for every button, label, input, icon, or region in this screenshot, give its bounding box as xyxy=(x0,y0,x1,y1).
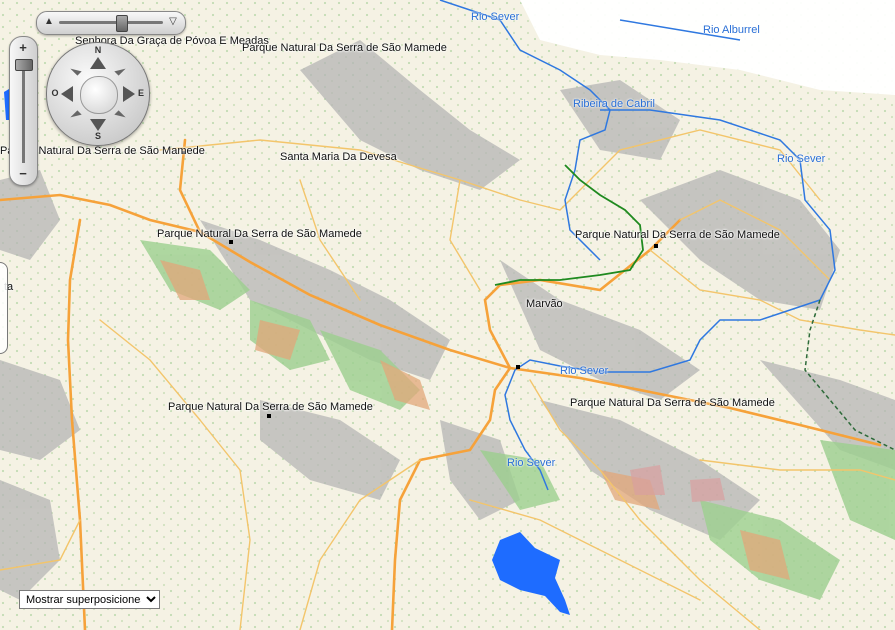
park-label-center: Parque Natural Da Serra de São Mamede xyxy=(157,228,362,240)
river-label-cabril: Ribeira de Cabril xyxy=(573,98,655,110)
pan-downright-icon[interactable] xyxy=(114,110,126,122)
zoom-slider-thumb[interactable] xyxy=(15,59,33,71)
tilt-slider-thumb[interactable] xyxy=(116,15,128,32)
pan-right-icon[interactable] xyxy=(123,86,135,102)
zoom-in-button[interactable]: + xyxy=(16,41,30,55)
pan-down-icon[interactable] xyxy=(90,119,106,131)
compass-south-label: S xyxy=(94,131,101,141)
tilt-slider[interactable]: ▲ ▽ xyxy=(36,11,186,35)
place-label-santa-maria: Santa Maria Da Devesa xyxy=(280,151,397,163)
park-label-lower-right: Parque Natural Da Serra de São Mamede xyxy=(570,397,775,409)
tilt-slider-track[interactable] xyxy=(59,21,163,24)
zoom-out-button[interactable]: − xyxy=(16,167,30,181)
tilt-up-button[interactable]: ▲ xyxy=(42,15,56,29)
river-label-sever-top: Rio Sever xyxy=(471,11,520,23)
compass-east-label: E xyxy=(137,88,144,98)
overlay-dropdown[interactable]: Mostrar superposiciones xyxy=(19,590,160,609)
map-view[interactable]: Senhora Da Graça de Póvoa E Meadas Parqu… xyxy=(0,0,895,630)
tilt-down-button[interactable]: ▽ xyxy=(166,15,180,29)
place-label-marvao: Marvão xyxy=(526,298,563,310)
side-panel-handle[interactable] xyxy=(0,262,8,354)
compass-center-button[interactable] xyxy=(80,76,118,114)
navigation-compass[interactable]: N S E O xyxy=(46,42,150,146)
park-label-top: Parque Natural Da Serra de São Mamede xyxy=(242,42,447,54)
river-label-sever-right: Rio Sever xyxy=(777,153,826,165)
river-label-alburrel: Rio Alburrel xyxy=(703,24,760,36)
zoom-slider[interactable]: + − xyxy=(9,36,38,186)
compass-north-label: N xyxy=(94,45,102,55)
park-label-right: Parque Natural Da Serra de São Mamede xyxy=(575,229,780,241)
park-label-lower-left: Parque Natural Da Serra de São Mamede xyxy=(168,401,373,413)
river-label-sever-mid: Rio Sever xyxy=(560,365,609,377)
pan-up-icon[interactable] xyxy=(90,57,106,69)
compass-west-label: O xyxy=(51,88,59,98)
zoom-slider-track[interactable] xyxy=(22,59,25,163)
pan-upright-icon[interactable] xyxy=(114,64,126,76)
river-label-sever-low: Rio Sever xyxy=(507,457,556,469)
pan-left-icon[interactable] xyxy=(61,86,73,102)
pan-upleft-icon[interactable] xyxy=(70,64,82,76)
pan-downleft-icon[interactable] xyxy=(70,110,82,122)
